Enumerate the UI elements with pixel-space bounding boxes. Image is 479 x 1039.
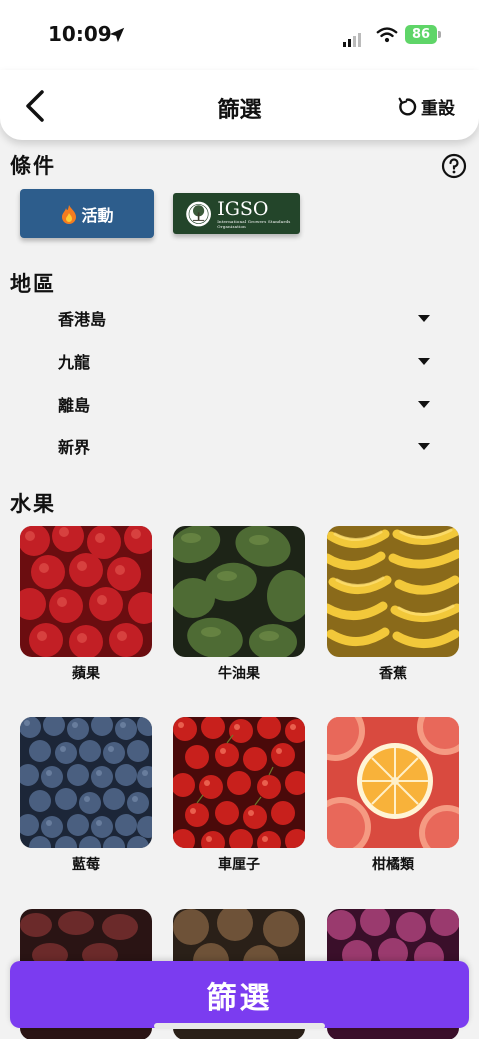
igso-tree-logo-icon — [186, 201, 211, 226]
citrus-image — [327, 717, 459, 848]
region-label: 香港島 — [58, 310, 107, 329]
fruit-card-blueberry[interactable]: 藍莓 — [20, 717, 152, 874]
caret-down-icon — [418, 314, 430, 322]
header-bar: 篩選 重設 — [0, 70, 479, 140]
status-bar: 10:09 86 — [0, 0, 479, 70]
fruit-card-apple[interactable]: 蘋果 — [20, 526, 152, 683]
blueberry-image — [20, 717, 152, 848]
caret-down-icon — [418, 442, 430, 450]
activity-label: 活動 — [81, 205, 114, 225]
location-arrow-icon — [109, 27, 125, 43]
igso-filter-button[interactable]: IGSO International Growers Standards Org… — [173, 193, 300, 234]
conditions-section-title: 條件 — [10, 154, 56, 178]
apply-filter-button[interactable]: 篩選 — [10, 961, 469, 1028]
region-dropdown-outlying-islands[interactable]: 離島 — [58, 389, 438, 419]
fruit-label: 香蕉 — [379, 666, 407, 682]
region-label: 新界 — [58, 438, 91, 457]
fruit-label: 車厘子 — [218, 857, 260, 873]
status-time: 10:09 — [48, 22, 112, 46]
banana-image — [327, 526, 459, 657]
fruit-card-banana[interactable]: 香蕉 — [327, 526, 459, 683]
activity-filter-button[interactable]: 活動 — [20, 189, 154, 238]
fruit-label: 牛油果 — [218, 666, 260, 682]
reset-button[interactable]: 重設 — [396, 94, 455, 119]
igso-name: IGSO — [217, 197, 269, 220]
igso-text: IGSO International Growers Standards Org… — [217, 199, 300, 229]
fruits-section-title: 水果 — [10, 492, 56, 516]
fruit-label: 蘋果 — [72, 666, 100, 682]
apple-image — [20, 526, 152, 657]
cellular-signal-icon — [343, 28, 363, 47]
home-indicator — [154, 1023, 325, 1029]
reset-icon — [398, 97, 417, 115]
region-section-title: 地區 — [10, 272, 56, 296]
fruit-label: 藍莓 — [72, 857, 100, 873]
reset-label: 重設 — [421, 99, 455, 119]
fruit-card-citrus[interactable]: 柑橘類 — [327, 717, 459, 874]
igso-subtitle: International Growers Standards Organiza… — [217, 218, 291, 229]
region-label: 九龍 — [58, 353, 91, 372]
region-label: 離島 — [58, 396, 91, 415]
avocado-image — [173, 526, 305, 657]
caret-down-icon — [418, 357, 430, 365]
help-icon[interactable] — [441, 153, 467, 179]
battery-tip — [438, 31, 441, 38]
wifi-icon — [376, 27, 398, 43]
cherry-image — [173, 717, 305, 848]
fruit-card-avocado[interactable]: 牛油果 — [173, 526, 305, 683]
fire-icon — [62, 204, 77, 224]
region-dropdown-kowloon[interactable]: 九龍 — [58, 346, 438, 376]
caret-down-icon — [418, 400, 430, 408]
fruit-label: 柑橘類 — [372, 857, 414, 873]
battery-indicator: 86 — [405, 25, 437, 44]
region-dropdown-hong-kong-island[interactable]: 香港島 — [58, 303, 438, 333]
region-dropdown-new-territories[interactable]: 新界 — [58, 431, 438, 461]
apply-filter-label: 篩選 — [206, 980, 273, 1016]
fruit-card-cherry[interactable]: 車厘子 — [173, 717, 305, 874]
